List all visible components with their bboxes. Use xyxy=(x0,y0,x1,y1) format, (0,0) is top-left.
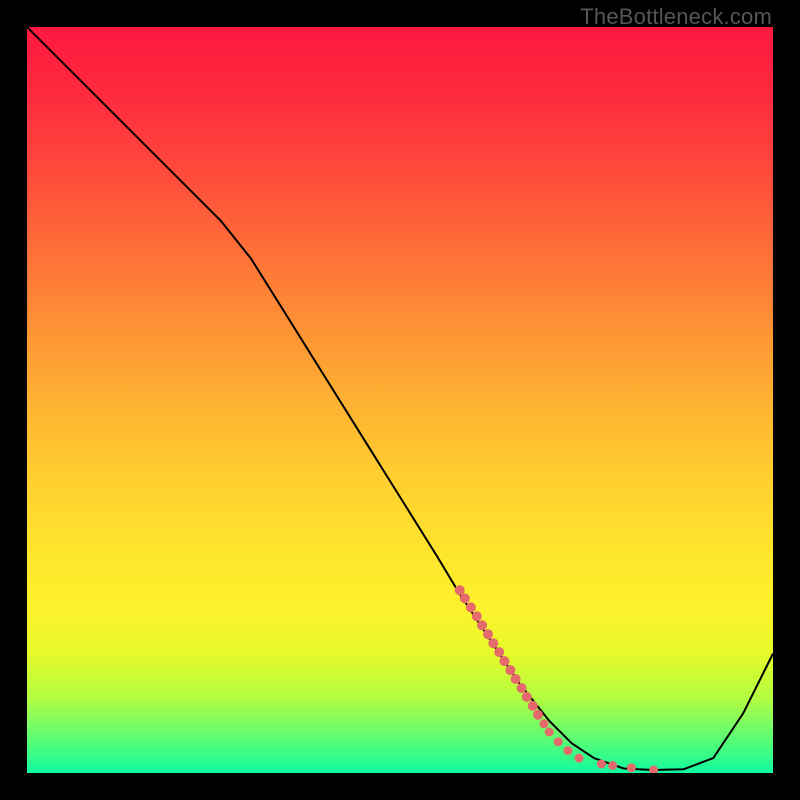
highlight-dot xyxy=(522,692,532,702)
highlight-dot xyxy=(505,665,515,675)
highlight-dot xyxy=(466,602,476,612)
highlight-dot xyxy=(499,656,509,666)
highlight-dot xyxy=(517,683,527,693)
highlight-dot xyxy=(575,754,584,763)
chart-frame: TheBottleneck.com xyxy=(0,0,800,800)
chart-svg xyxy=(27,27,773,773)
highlight-dot xyxy=(494,647,504,657)
highlight-dot xyxy=(540,719,549,728)
highlight-dot xyxy=(563,746,572,755)
highlight-dot xyxy=(545,728,554,737)
highlight-dot xyxy=(477,620,487,630)
highlight-dot xyxy=(533,710,543,720)
highlight-dot xyxy=(483,629,493,639)
highlight-dot xyxy=(554,737,563,746)
highlight-dot xyxy=(472,611,482,621)
highlight-dot xyxy=(608,761,617,770)
plot-area xyxy=(27,27,773,773)
highlight-dot xyxy=(528,701,538,711)
highlight-dot xyxy=(488,638,498,648)
highlight-dot xyxy=(627,763,636,772)
highlight-dot xyxy=(511,674,521,684)
highlight-dot xyxy=(597,760,606,769)
highlight-dot xyxy=(460,593,470,603)
